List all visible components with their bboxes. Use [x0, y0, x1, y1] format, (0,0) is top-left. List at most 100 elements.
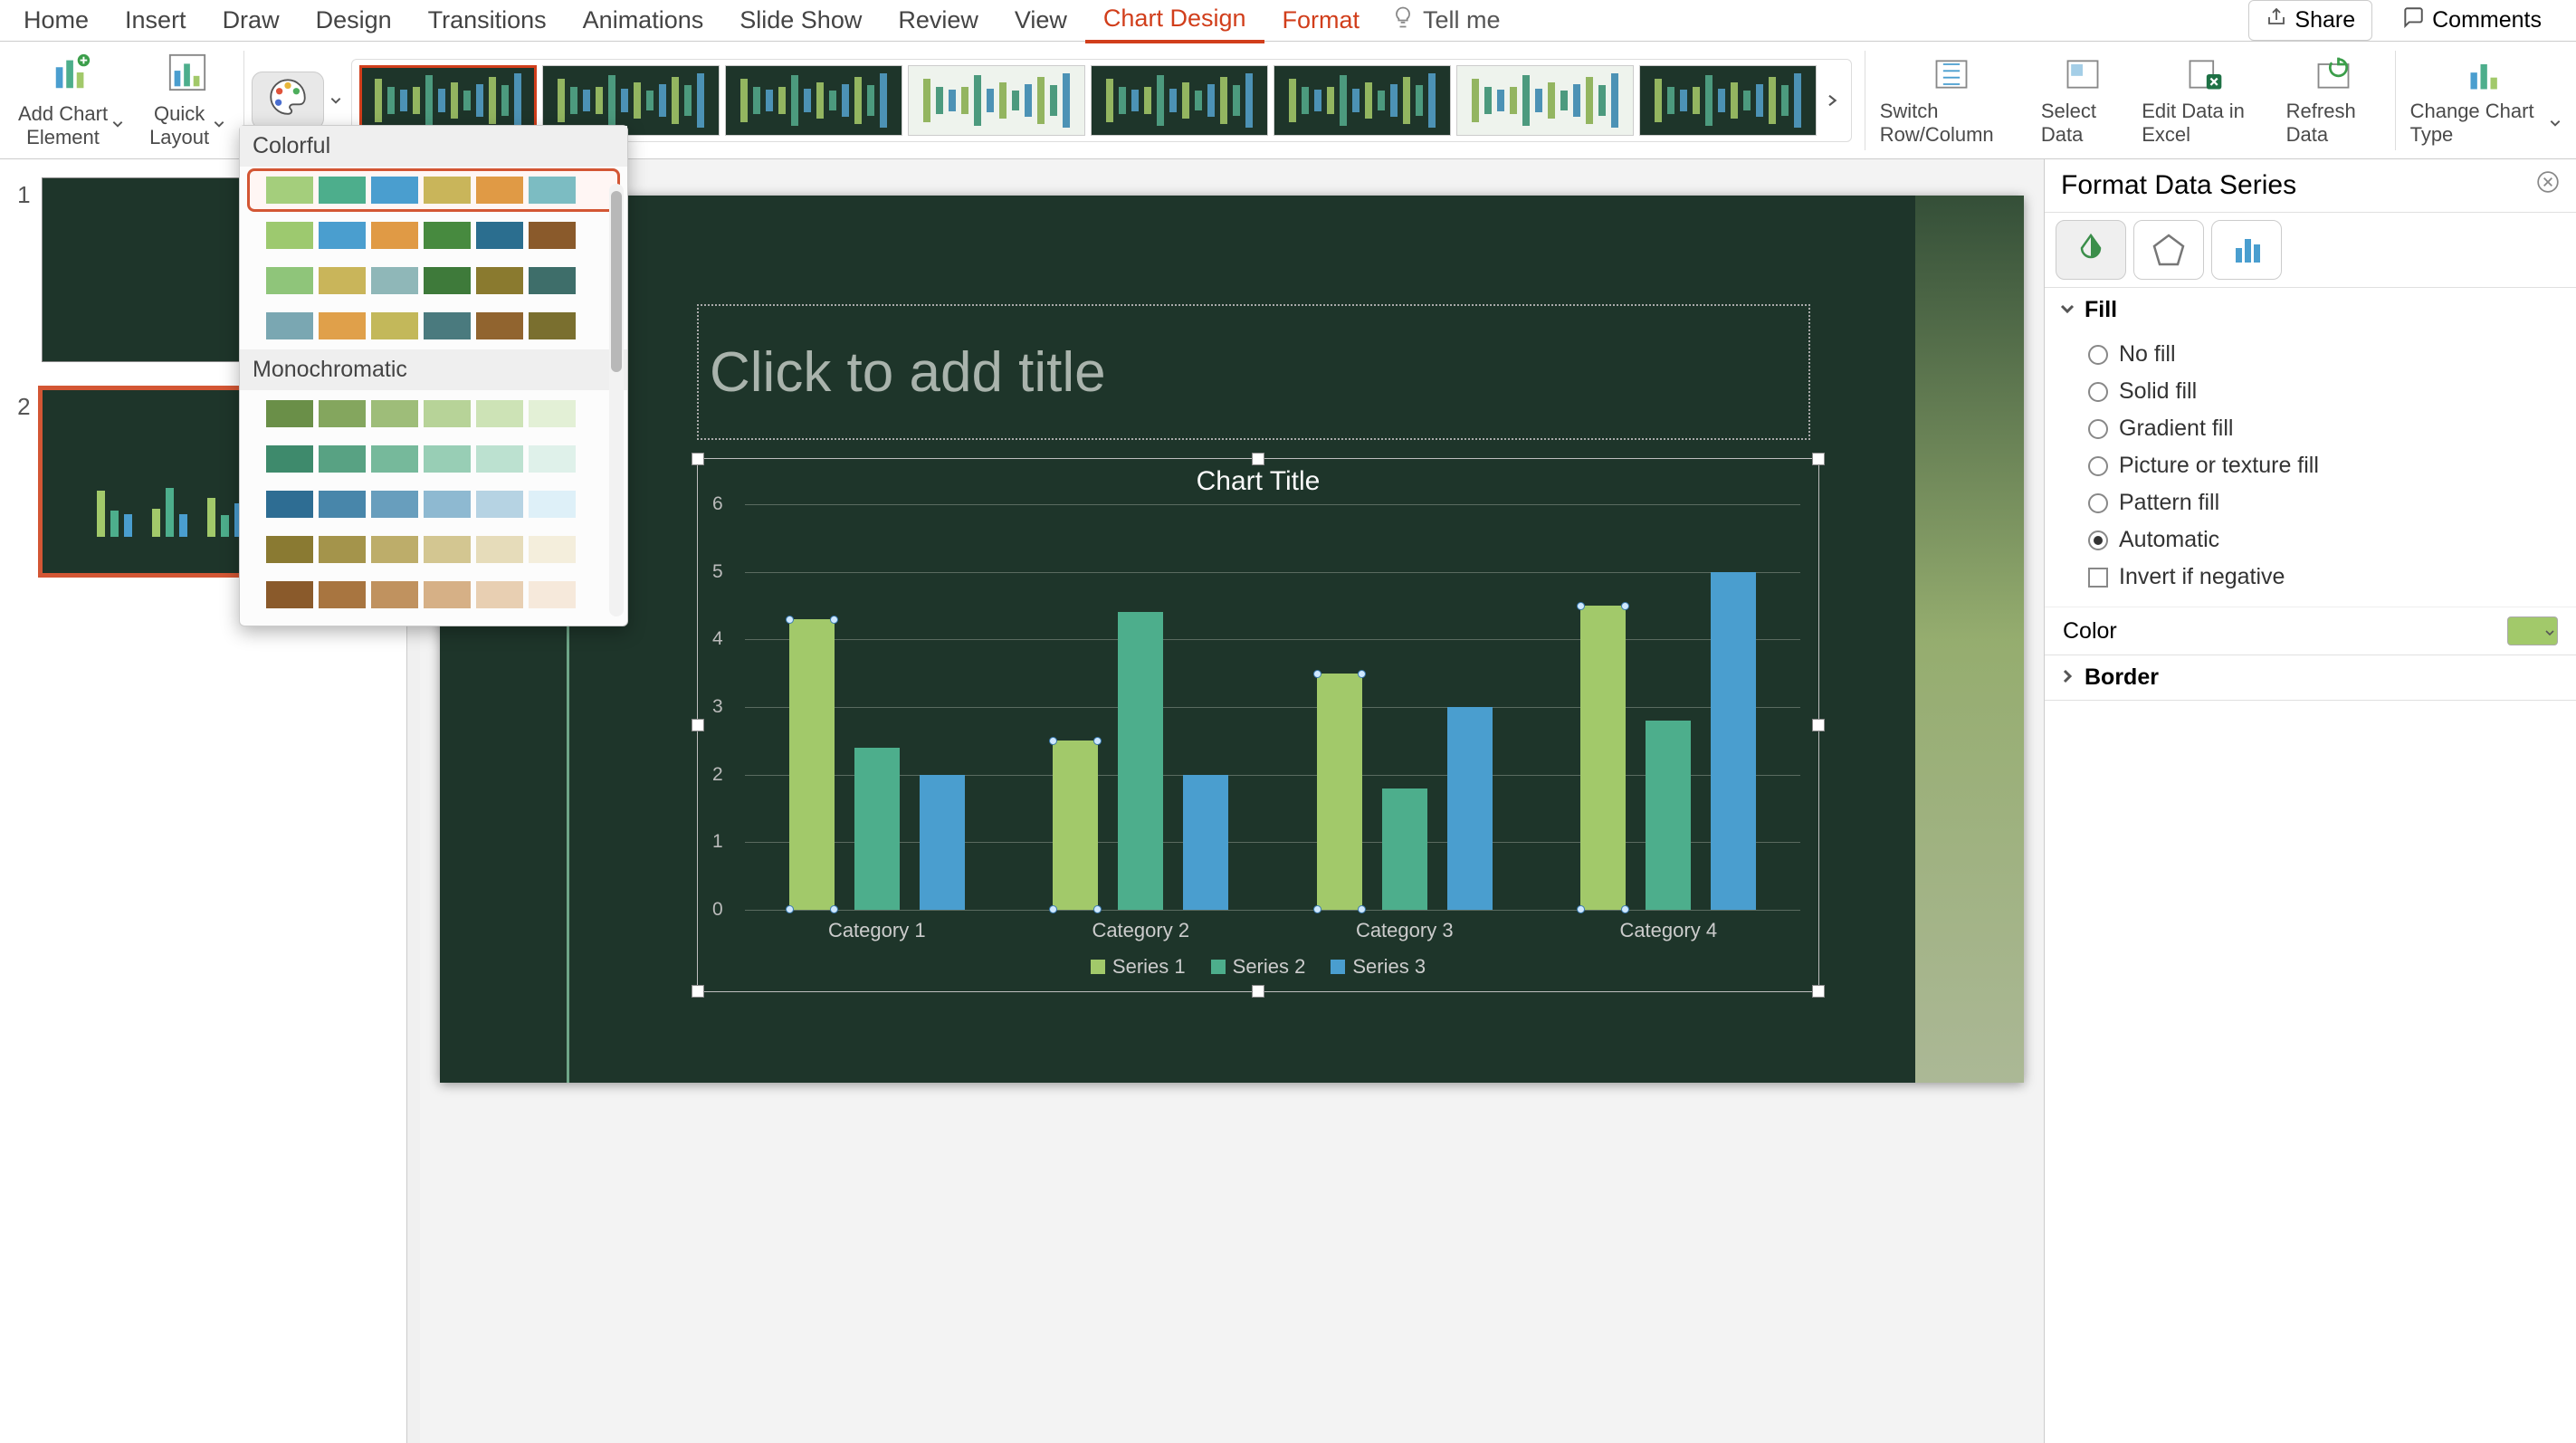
color-scheme-option[interactable]: [247, 483, 620, 526]
color-scheme-option[interactable]: [247, 392, 620, 435]
share-button[interactable]: Share: [2248, 0, 2372, 41]
chart-title[interactable]: Chart Title: [698, 459, 1818, 504]
edit-data-excel-button[interactable]: Edit Data in Excel: [2134, 54, 2275, 147]
title-placeholder[interactable]: Click to add title: [697, 304, 1810, 440]
fill-option-automatic[interactable]: Automatic: [2088, 521, 2562, 559]
selection-handle[interactable]: [830, 905, 838, 913]
menu-draw[interactable]: Draw: [205, 0, 298, 42]
refresh-data-button[interactable]: Refresh Data: [2279, 54, 2388, 147]
chart-style-5[interactable]: [1091, 65, 1268, 136]
fill-option-invert-negative[interactable]: Invert if negative: [2088, 559, 2562, 596]
selection-handle[interactable]: [830, 616, 838, 624]
resize-handle[interactable]: [692, 985, 704, 998]
selection-handle[interactable]: [1313, 670, 1321, 678]
change-colors-button[interactable]: [252, 72, 324, 129]
chart-bar[interactable]: [1447, 707, 1493, 910]
menu-home[interactable]: Home: [5, 0, 107, 42]
chart-legend-item[interactable]: Series 1: [1091, 955, 1186, 979]
chart-style-7[interactable]: [1456, 65, 1634, 136]
color-scheme-option[interactable]: [247, 573, 620, 616]
resize-handle[interactable]: [1252, 453, 1264, 465]
chart-bar[interactable]: [1118, 612, 1163, 910]
chart-legend-item[interactable]: Series 2: [1211, 955, 1306, 979]
comments-button[interactable]: Comments: [2385, 0, 2558, 41]
selection-handle[interactable]: [1577, 602, 1585, 610]
format-tab-fill-line[interactable]: [2056, 220, 2126, 280]
chart-x-axis[interactable]: Category 1Category 2Category 3Category 4: [745, 919, 1800, 942]
chart-style-3[interactable]: [725, 65, 902, 136]
selection-handle[interactable]: [1358, 905, 1366, 913]
chart-bar[interactable]: [1183, 775, 1228, 910]
chart-bar[interactable]: [1382, 788, 1427, 910]
resize-handle[interactable]: [1812, 719, 1825, 731]
color-popup-scrollbar[interactable]: [609, 184, 624, 616]
fill-option-pattern[interactable]: Pattern fill: [2088, 484, 2562, 521]
chart-bar[interactable]: [1646, 721, 1691, 910]
menu-design[interactable]: Design: [298, 0, 410, 42]
border-section-toggle[interactable]: Border: [2045, 655, 2576, 700]
selection-handle[interactable]: [1093, 905, 1102, 913]
resize-handle[interactable]: [1812, 453, 1825, 465]
fill-option-gradient[interactable]: Gradient fill: [2088, 410, 2562, 447]
resize-handle[interactable]: [1252, 985, 1264, 998]
selection-handle[interactable]: [786, 905, 794, 913]
color-scheme-option[interactable]: [247, 214, 620, 257]
change-chart-type-button[interactable]: Change Chart Type: [2403, 54, 2569, 147]
menu-animations[interactable]: Animations: [565, 0, 722, 42]
resize-handle[interactable]: [692, 453, 704, 465]
chart-legend-item[interactable]: Series 3: [1331, 955, 1426, 979]
add-chart-element-button[interactable]: Add Chart Element: [7, 52, 135, 148]
chart-style-8[interactable]: [1639, 65, 1817, 136]
selection-handle[interactable]: [1358, 670, 1366, 678]
close-pane-button[interactable]: [2536, 170, 2560, 201]
color-popup-scrollbar-thumb[interactable]: [611, 191, 622, 372]
chart-bar[interactable]: [1580, 606, 1626, 910]
chart-bar[interactable]: [920, 775, 965, 910]
chart-bar[interactable]: [1317, 674, 1362, 910]
menu-insert[interactable]: Insert: [107, 0, 205, 42]
selection-handle[interactable]: [786, 616, 794, 624]
selection-handle[interactable]: [1577, 905, 1585, 913]
quick-layout-button[interactable]: Quick Layout: [138, 52, 236, 148]
selection-handle[interactable]: [1621, 602, 1629, 610]
menu-chart-design[interactable]: Chart Design: [1085, 0, 1264, 43]
color-scheme-option[interactable]: [247, 259, 620, 302]
format-tab-effects[interactable]: [2133, 220, 2204, 280]
slide-canvas[interactable]: Click to add title Chart Title 0123456 C…: [440, 196, 2024, 1083]
selection-handle[interactable]: [1621, 905, 1629, 913]
chart-style-4[interactable]: [908, 65, 1085, 136]
fill-option-no-fill[interactable]: No fill: [2088, 336, 2562, 373]
chart-bar[interactable]: [854, 748, 900, 910]
tell-me-search[interactable]: Tell me: [1390, 5, 1501, 36]
fill-option-solid[interactable]: Solid fill: [2088, 373, 2562, 410]
chart-object[interactable]: Chart Title 0123456 Category 1Category 2…: [697, 458, 1819, 992]
menu-review[interactable]: Review: [880, 0, 997, 42]
color-scheme-option[interactable]: [247, 304, 620, 348]
menu-slide-show[interactable]: Slide Show: [721, 0, 880, 42]
fill-section-toggle[interactable]: Fill: [2045, 288, 2576, 332]
select-data-button[interactable]: Select Data: [2034, 54, 2131, 147]
color-popup-scroll[interactable]: Colorful Monochromatic: [240, 126, 627, 626]
menu-view[interactable]: View: [997, 0, 1085, 42]
menu-transitions[interactable]: Transitions: [410, 0, 565, 42]
chevron-down-icon[interactable]: [329, 88, 342, 113]
color-scheme-option[interactable]: [247, 168, 620, 212]
chart-style-6[interactable]: [1274, 65, 1451, 136]
switch-row-column-button[interactable]: Switch Row/Column: [1873, 54, 2030, 147]
selection-handle[interactable]: [1093, 737, 1102, 745]
chart-bar[interactable]: [1711, 572, 1756, 910]
chart-styles-more[interactable]: [1822, 93, 1844, 108]
color-scheme-option[interactable]: [247, 437, 620, 481]
selection-handle[interactable]: [1049, 737, 1057, 745]
fill-color-picker[interactable]: [2507, 616, 2558, 645]
chart-bar[interactable]: [789, 619, 835, 910]
resize-handle[interactable]: [692, 719, 704, 731]
chart-plot-area[interactable]: 0123456: [745, 504, 1800, 910]
menu-format[interactable]: Format: [1264, 0, 1379, 42]
chart-bar[interactable]: [1053, 741, 1098, 910]
color-scheme-option[interactable]: [247, 528, 620, 571]
resize-handle[interactable]: [1812, 985, 1825, 998]
fill-option-picture[interactable]: Picture or texture fill: [2088, 447, 2562, 484]
format-tab-series-options[interactable]: [2211, 220, 2282, 280]
selection-handle[interactable]: [1313, 905, 1321, 913]
